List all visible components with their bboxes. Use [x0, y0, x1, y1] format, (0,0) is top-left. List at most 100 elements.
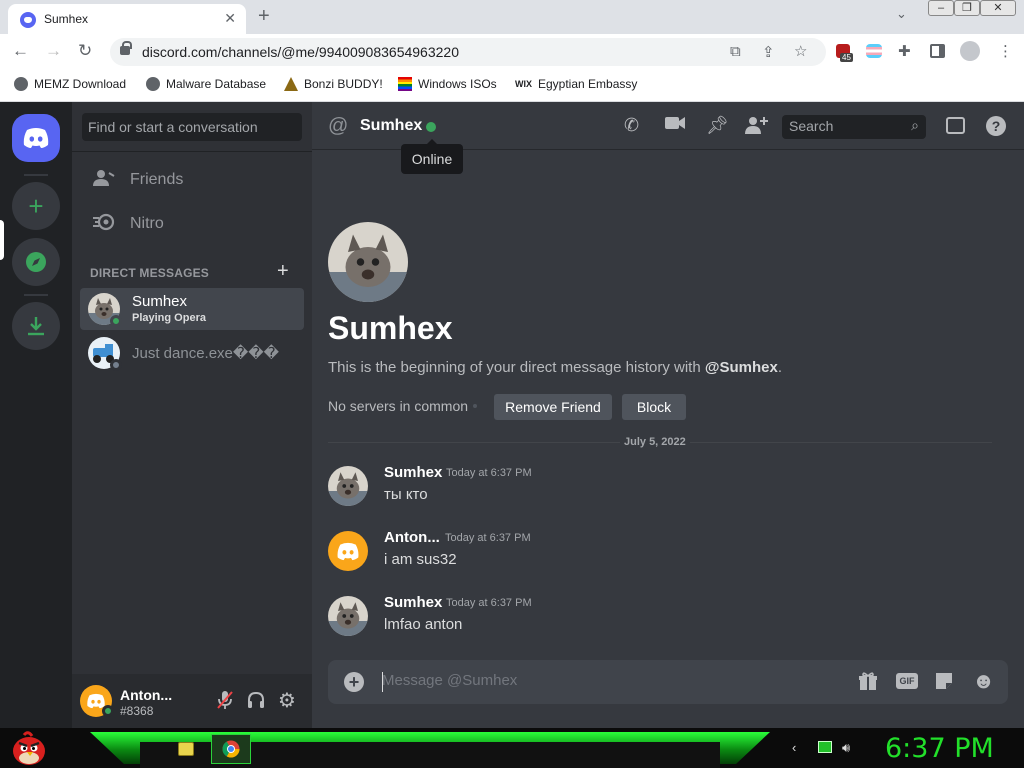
- intro-description: This is the beginning of your direct mes…: [328, 359, 782, 376]
- browser-menu-icon[interactable]: ⋮: [998, 42, 1013, 60]
- dm-item-sumhex[interactable]: Sumhex Playing Opera: [80, 288, 304, 330]
- extensions-puzzle-icon[interactable]: ✚: [898, 42, 911, 60]
- intro-suffix: .: [777, 359, 783, 376]
- angry-bird-start-icon[interactable]: [10, 730, 48, 766]
- new-tab-button[interactable]: +: [258, 5, 270, 28]
- taskbar-clock[interactable]: 6:37 PM: [885, 733, 994, 764]
- gif-button[interactable]: GIF: [896, 673, 918, 689]
- gift-icon[interactable]: [858, 671, 878, 696]
- rainbow-flag-icon: [398, 77, 412, 91]
- online-status-icon: [102, 705, 114, 717]
- home-button[interactable]: [12, 114, 60, 162]
- message-author[interactable]: Sumhex: [384, 594, 442, 611]
- nitro-icon: [92, 213, 116, 236]
- message-text: lmfao anton: [384, 616, 463, 633]
- side-panel-icon[interactable]: [930, 44, 945, 58]
- chat-search-placeholder: Search: [789, 118, 834, 134]
- sidebar-item-label: Friends: [130, 171, 184, 188]
- file-explorer-taskbar-button[interactable]: [166, 734, 206, 764]
- bookmark-star-icon[interactable]: ☆: [794, 42, 807, 60]
- mutual-servers-text: No servers in common: [328, 398, 469, 414]
- separator-dot: [473, 404, 477, 408]
- date-divider: July 5, 2022: [620, 436, 690, 448]
- chrome-taskbar-button[interactable]: [211, 734, 251, 764]
- download-apps-button[interactable]: [12, 302, 60, 350]
- minimize-window-button[interactable]: –: [928, 0, 954, 16]
- network-icon[interactable]: [818, 741, 832, 753]
- emoji-icon[interactable]: ☻: [972, 668, 995, 694]
- text-caret: [382, 672, 383, 692]
- url-text[interactable]: discord.com/channels/@me/994009083654963…: [142, 44, 459, 60]
- message-composer[interactable]: + Message @Sumhex GIF ☻: [328, 660, 1008, 704]
- restore-window-button[interactable]: ❐: [954, 0, 980, 16]
- tab-search-chevron-icon[interactable]: ⌄: [896, 6, 907, 22]
- bookmark-memz[interactable]: MEMZ Download: [14, 77, 126, 91]
- block-button[interactable]: Block: [622, 394, 686, 420]
- headphones-icon[interactable]: [246, 690, 266, 715]
- inbox-icon[interactable]: [946, 117, 965, 134]
- message-avatar[interactable]: [328, 531, 368, 571]
- address-bar[interactable]: discord.com/channels/@me/994009083654963…: [110, 38, 826, 66]
- dm-search-input[interactable]: Find or start a conversation: [82, 113, 302, 141]
- share-icon[interactable]: ⇪: [762, 43, 775, 61]
- message-avatar[interactable]: [328, 466, 368, 506]
- message-timestamp: Today at 6:37 PM: [446, 467, 532, 479]
- bookmark-egyptian-embassy[interactable]: WIX Egyptian Embassy: [515, 77, 637, 91]
- pin-icon[interactable]: 📌︎: [706, 115, 729, 136]
- translate-icon[interactable]: ⧉: [730, 43, 741, 60]
- dm-activity: Playing Opera: [132, 312, 206, 324]
- bookmark-bonzi-buddy[interactable]: Bonzi BUDDY!: [284, 77, 383, 91]
- extension-badge: 45: [840, 53, 853, 62]
- back-arrow-icon[interactable]: ←: [12, 41, 29, 61]
- create-dm-button[interactable]: +: [277, 260, 289, 283]
- forward-arrow-icon[interactable]: →: [45, 41, 62, 61]
- bookmarks-bar: MEMZ Download Malware Database Bonzi BUD…: [0, 70, 1024, 102]
- mute-mic-icon[interactable]: [216, 690, 234, 715]
- settings-gear-icon[interactable]: ⚙: [278, 688, 296, 713]
- message-input[interactable]: Message @Sumhex: [382, 672, 517, 689]
- bookmark-label: Bonzi BUDDY!: [304, 77, 383, 91]
- dm-sidebar: Find or start a conversation Friends Nit…: [72, 102, 312, 728]
- sidebar-item-nitro[interactable]: Nitro: [80, 203, 304, 245]
- remove-friend-button[interactable]: Remove Friend: [494, 394, 612, 420]
- message-author[interactable]: Anton...: [384, 529, 440, 546]
- server-separator: [24, 294, 48, 296]
- add-server-button[interactable]: +: [12, 182, 60, 230]
- intro-username: Sumhex: [328, 310, 453, 346]
- close-tab-icon[interactable]: ✕: [224, 10, 236, 27]
- explore-servers-button[interactable]: [12, 238, 60, 286]
- globe-icon: [14, 77, 28, 91]
- sticker-icon[interactable]: [934, 671, 954, 696]
- message-avatar[interactable]: [328, 596, 368, 636]
- attach-plus-icon[interactable]: +: [344, 672, 364, 692]
- username: Anton...: [120, 687, 173, 703]
- chat-header-name[interactable]: Sumhex: [360, 117, 422, 135]
- add-friend-to-dm-icon[interactable]: [744, 115, 768, 140]
- tray-chevron-icon[interactable]: ‹: [792, 740, 796, 755]
- wix-icon: WIX: [515, 79, 532, 89]
- dm-item-just-dance[interactable]: Just dance.exe���: [80, 332, 304, 374]
- pride-extension-icon[interactable]: [866, 44, 882, 58]
- profile-avatar-icon[interactable]: [960, 41, 980, 61]
- status-tooltip: Online: [401, 139, 463, 174]
- voice-call-icon[interactable]: ✆: [624, 115, 639, 136]
- chat-search-input[interactable]: Search ⌕: [782, 115, 926, 139]
- bookmark-label: MEMZ Download: [34, 77, 127, 91]
- reload-icon[interactable]: ↻: [78, 41, 92, 61]
- help-icon[interactable]: ?: [986, 116, 1006, 136]
- bookmark-windows-isos[interactable]: Windows ISOs: [398, 77, 497, 91]
- bookmark-malware-database[interactable]: Malware Database: [146, 77, 266, 91]
- bookmark-label: Windows ISOs: [418, 77, 497, 91]
- sidebar-item-friends[interactable]: Friends: [80, 159, 304, 201]
- direct-messages-header: DIRECT MESSAGES: [90, 266, 210, 280]
- bookmark-label: Egyptian Embassy: [538, 77, 638, 91]
- message-author[interactable]: Sumhex: [384, 464, 442, 481]
- browser-tab[interactable]: Sumhex ✕: [8, 4, 246, 34]
- chat-header: @ Sumhex Online ✆ 📌︎ Search ⌕ ?: [312, 102, 1024, 174]
- globe-icon: [146, 77, 160, 91]
- close-window-button[interactable]: ✕: [980, 0, 1016, 16]
- plus-icon: +: [28, 191, 44, 221]
- video-call-icon[interactable]: [664, 115, 686, 136]
- user-panel: Anton... #8368 ⚙: [72, 674, 312, 728]
- volume-icon[interactable]: 🔊︎: [842, 740, 850, 756]
